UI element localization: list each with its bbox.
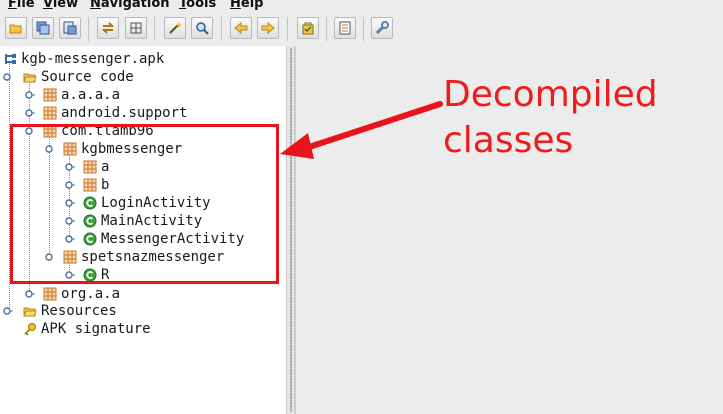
search-icon	[196, 22, 209, 35]
menu-view-label: iew	[52, 0, 79, 11]
tree-package-android-support-label: android.support	[61, 105, 188, 121]
toolbar-separator	[326, 17, 327, 41]
toolbar-separator	[88, 17, 89, 41]
save-all-icon	[36, 21, 50, 35]
sync-icon	[101, 22, 115, 34]
back-button[interactable]	[230, 17, 252, 39]
apk-tree-icon	[5, 54, 16, 64]
toolbar-separator	[363, 17, 364, 41]
highlight-box	[10, 124, 279, 284]
menu-view[interactable]: View	[43, 0, 78, 12]
export-icon	[63, 21, 77, 35]
key-icon	[24, 323, 36, 336]
menu-file-mnemonic: F	[8, 0, 17, 11]
menu-help[interactable]: Help	[230, 0, 263, 12]
wand-button[interactable]	[164, 17, 186, 39]
menu-help-mnemonic: H	[230, 0, 241, 11]
menu-navigation[interactable]: Navigation	[90, 0, 170, 12]
annotation-arrow-icon	[280, 101, 443, 159]
forward-button[interactable]	[257, 17, 279, 39]
log-icon	[339, 21, 351, 35]
tree-resources-label: Resources	[41, 303, 117, 319]
tree-apk-signature-label: APK signature	[41, 321, 151, 337]
package-icon	[43, 287, 57, 301]
menu-help-label: elp	[240, 0, 264, 11]
wand-icon	[169, 22, 182, 34]
menu-navigation-mnemonic: N	[90, 0, 101, 11]
preferences-button[interactable]	[371, 17, 393, 39]
toolbar-separator	[154, 17, 155, 41]
resources-folder-icon	[23, 307, 37, 317]
sync-button[interactable]	[97, 17, 119, 39]
flatten-packages-button[interactable]	[125, 17, 147, 39]
tree-source-code-label: Source code	[41, 69, 134, 85]
collapsed-handle-icon[interactable]	[3, 307, 13, 315]
deobfuscation-button[interactable]	[297, 17, 319, 39]
preferences-icon	[375, 21, 389, 35]
forward-icon	[261, 21, 275, 35]
collapsed-handle-icon[interactable]	[25, 91, 35, 99]
tree-root-label: kgb-messenger.apk	[21, 51, 165, 67]
tree-package-aaaa-label: a.a.a.a	[61, 87, 121, 103]
annotation-line-2: classes	[443, 120, 574, 161]
menu-bar: File View Navigation Tools Help	[0, 0, 723, 12]
deobfuscation-icon	[302, 22, 314, 35]
annotation-text: Decompiled classes	[443, 72, 713, 164]
open-file-icon	[9, 24, 22, 34]
menu-tools-label: ools	[186, 0, 217, 11]
expanded-handle-icon[interactable]	[3, 73, 13, 81]
menu-tools[interactable]: Tools	[179, 0, 216, 12]
toolbar-separator	[221, 17, 222, 41]
menu-file[interactable]: File	[8, 0, 35, 12]
toolbar-separator	[287, 17, 288, 41]
log-button[interactable]	[334, 17, 356, 39]
save-all-button[interactable]	[32, 17, 54, 39]
tree-package-org-aa-label: org.a.a	[61, 286, 121, 302]
annotation-line-1: Decompiled	[443, 74, 658, 115]
collapsed-handle-icon[interactable]	[25, 109, 35, 117]
flatten-packages-icon	[130, 22, 142, 34]
package-icon	[43, 106, 57, 120]
menu-navigation-label: avigation	[100, 0, 170, 11]
collapsed-handle-icon[interactable]	[25, 290, 35, 298]
back-icon	[234, 21, 248, 35]
menu-file-label: ile	[16, 0, 35, 11]
menu-view-mnemonic: V	[43, 0, 53, 11]
toolbar	[0, 12, 723, 46]
folder-open-icon	[23, 73, 37, 83]
package-icon	[43, 88, 57, 102]
open-file-button[interactable]	[5, 17, 27, 39]
search-button[interactable]	[191, 17, 213, 39]
export-button[interactable]	[59, 17, 81, 39]
